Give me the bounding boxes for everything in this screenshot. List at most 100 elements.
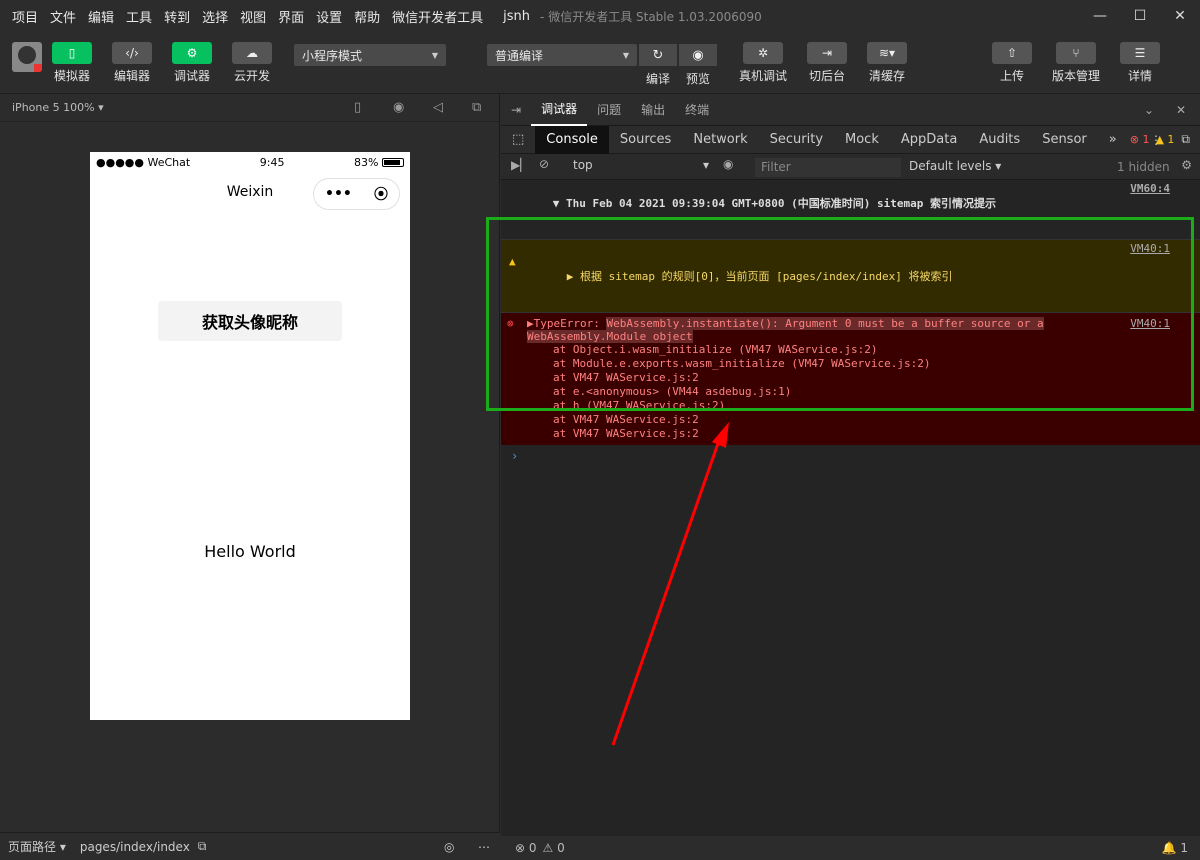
console-prompt[interactable]: ›	[501, 445, 1200, 467]
devtools-status-bar: ⊗ 0 ⚠ 0 🔔 1	[501, 836, 1200, 860]
menu-settings[interactable]: 设置	[310, 7, 348, 26]
close-circle-icon[interactable]: ⦿	[374, 184, 388, 204]
debugger-label: 调试器	[173, 69, 210, 83]
capsule-menu[interactable]: ••• ⦿	[313, 178, 400, 210]
tab-sensor[interactable]: Sensor	[1031, 126, 1098, 154]
avatar[interactable]	[12, 42, 42, 72]
tab-appdata[interactable]: AppData	[890, 126, 968, 154]
menu-view[interactable]: 视图	[234, 7, 272, 26]
debugger-button[interactable]: ⚙ 调试器	[162, 42, 222, 84]
menu-goto[interactable]: 转到	[158, 7, 196, 26]
menu-interface[interactable]: 界面	[272, 7, 310, 26]
stack-frame[interactable]: at VM47 WAService.js:2	[527, 413, 1194, 427]
tab-security[interactable]: Security	[759, 126, 834, 154]
version-button[interactable]: ⑂ 版本管理	[1046, 42, 1106, 84]
real-debug-label: 真机调试	[738, 69, 787, 83]
battery-percent: 83%	[354, 155, 379, 169]
background-button[interactable]: ⇥ 切后台	[797, 42, 857, 84]
compile-mode-select[interactable]: 普通编译 ▼	[487, 44, 637, 66]
refresh-icon[interactable]: ↻	[639, 44, 677, 66]
error-counter[interactable]: ⊗ 1	[1130, 133, 1150, 146]
tab-console[interactable]: Console	[535, 125, 609, 154]
menu-file[interactable]: 文件	[44, 7, 82, 26]
filter-input[interactable]: Filter	[755, 158, 901, 177]
menu-help[interactable]: 帮助	[348, 7, 386, 26]
device-select[interactable]: iPhone 5 100% ▾	[12, 101, 104, 114]
phone-status-bar: ●●●●● WeChat 9:45 83%	[90, 152, 410, 172]
sidebar-toggle-icon[interactable]: ▶▏	[511, 158, 529, 172]
tab-issues[interactable]: 问题	[587, 94, 631, 126]
eye-icon[interactable]: ◉	[723, 157, 733, 171]
cloud-button[interactable]: ☁ 云开发	[222, 42, 282, 84]
eye-icon[interactable]: ◎	[444, 840, 454, 854]
more-icon[interactable]: •••	[325, 186, 352, 202]
notification-indicator[interactable]: 🔔 1	[1162, 841, 1188, 855]
log-levels-select[interactable]: Default levels ▾	[909, 159, 1001, 173]
error-total: 0	[528, 841, 537, 855]
tab-network[interactable]: Network	[682, 126, 758, 154]
carrier-label: ●●●●● WeChat	[96, 155, 191, 169]
menu-project[interactable]: 项目	[6, 7, 44, 26]
more-tabs-icon[interactable]: »	[1098, 126, 1128, 154]
dock-icon[interactable]: ⇥	[501, 94, 531, 126]
error-summary[interactable]: ⊗ 0	[515, 841, 537, 855]
clear-cache-button[interactable]: ≋▾ 清缓存	[857, 42, 917, 84]
window-controls: — ☐ ✕	[1080, 0, 1200, 32]
tab-mock[interactable]: Mock	[834, 126, 890, 154]
tab-terminal[interactable]: 终端	[675, 94, 719, 126]
mode-select-value: 小程序模式	[302, 48, 363, 63]
popout-icon[interactable]: ⧉	[472, 100, 481, 115]
tab-debugger[interactable]: 调试器	[531, 94, 588, 126]
warning-summary[interactable]: ⚠ 0	[543, 841, 565, 855]
chevron-down-icon[interactable]: ⌄	[1134, 94, 1164, 126]
code-icon: ‹/›	[112, 42, 152, 64]
minimize-icon[interactable]: —	[1080, 0, 1120, 32]
maximize-icon[interactable]: ☐	[1120, 0, 1160, 32]
source-link[interactable]: VM60:4	[1130, 182, 1170, 195]
close-icon[interactable]: ✕	[1160, 0, 1200, 32]
record-icon[interactable]: ◉	[393, 100, 404, 115]
get-userinfo-button[interactable]: 获取头像昵称	[158, 301, 342, 341]
tab-sources[interactable]: Sources	[609, 126, 682, 154]
more-icon[interactable]: ⋯	[478, 840, 490, 854]
panel-tabs: ⬚ Console Sources Network Security Mock …	[501, 125, 1200, 154]
menu-edit[interactable]: 编辑	[82, 7, 120, 26]
clear-cache-label: 清缓存	[868, 69, 905, 83]
stack-frame[interactable]: at VM47 WAService.js:2	[527, 427, 1194, 441]
layers-icon: ≋▾	[867, 42, 907, 64]
menu-wechat-devtools[interactable]: 微信开发者工具	[386, 7, 489, 26]
sound-icon[interactable]: ◁	[433, 100, 443, 115]
phone-outline-icon[interactable]: ▯	[354, 100, 361, 115]
toolbar: ▯ 模拟器 ‹/› 编辑器 ⚙ 调试器 ☁ 云开发 小程序模式 ▼ 普通编译 ▼…	[0, 32, 1200, 94]
menu-select[interactable]: 选择	[196, 7, 234, 26]
kebab-menu-icon[interactable]: ⋮	[1150, 133, 1162, 147]
real-device-debug-button[interactable]: ✲ 真机调试	[733, 42, 793, 84]
gear-icon[interactable]: ⚙	[1181, 158, 1192, 172]
window-project-title: jsnh	[503, 8, 531, 24]
context-select[interactable]: top ▾	[573, 158, 709, 172]
upload-button[interactable]: ⇧ 上传	[982, 42, 1042, 84]
simulator-button[interactable]: ▯ 模拟器	[42, 42, 102, 84]
page-path-label[interactable]: 页面路径 ▾	[8, 838, 66, 855]
page-path: pages/index/index	[79, 839, 190, 854]
close-icon[interactable]: ✕	[1166, 94, 1196, 126]
simulator-header: iPhone 5 100% ▾ ▯ ◉ ◁ ⧉	[0, 94, 499, 122]
tab-audits[interactable]: Audits	[968, 126, 1031, 154]
upload-label: 上传	[999, 69, 1024, 83]
preview-label: 预览	[686, 72, 711, 86]
undock-icon[interactable]: ⧉	[1181, 132, 1190, 147]
caret-down-icon: ▼	[431, 50, 438, 60]
phone-icon: ▯	[52, 42, 92, 64]
warning-total: 0	[557, 841, 565, 855]
compile-label: 编译	[646, 72, 671, 86]
inspect-icon[interactable]: ⬚	[501, 126, 535, 154]
copy-icon[interactable]: ⧉	[198, 839, 207, 854]
menu-tools[interactable]: 工具	[120, 7, 158, 26]
editor-label: 编辑器	[113, 69, 150, 83]
tab-output[interactable]: 输出	[631, 94, 675, 126]
eye-icon[interactable]: ◉	[679, 44, 717, 66]
editor-button[interactable]: ‹/› 编辑器	[102, 42, 162, 84]
clear-console-icon[interactable]: ⊘	[539, 157, 549, 171]
details-button[interactable]: ☰ 详情	[1110, 42, 1170, 84]
mode-select[interactable]: 小程序模式 ▼	[294, 44, 446, 66]
